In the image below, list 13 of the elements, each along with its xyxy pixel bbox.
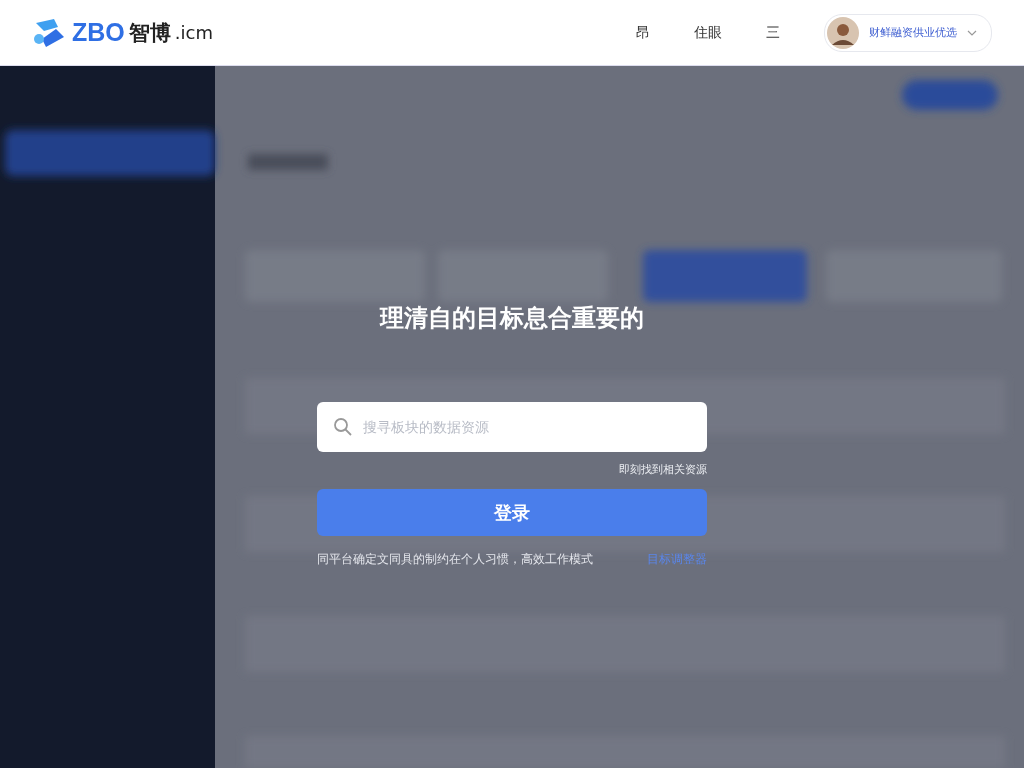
nav-link[interactable]: 昂 [636,23,650,42]
hint-text: 即刻找到相关资源 [619,462,707,477]
user-menu[interactable]: 财鲜融资供业优选 [824,13,992,52]
login-title: 理清自的目标息合重要的 [378,303,645,334]
nav-link[interactable]: 住眼 [694,23,722,42]
logo-domain: .icm [174,22,213,43]
search-field[interactable]: 搜寻板块的数据资源 [317,402,707,452]
logo-name: 智博 [128,19,171,47]
nav-link[interactable]: 三 [766,23,780,42]
footnote-text: 同平台确定文同具的制约在个人习惯，高效工作模式 [317,552,593,567]
avatar-icon [827,16,859,49]
login-button[interactable]: 登录 [317,489,707,536]
logo-brand: ZBO [72,18,125,47]
